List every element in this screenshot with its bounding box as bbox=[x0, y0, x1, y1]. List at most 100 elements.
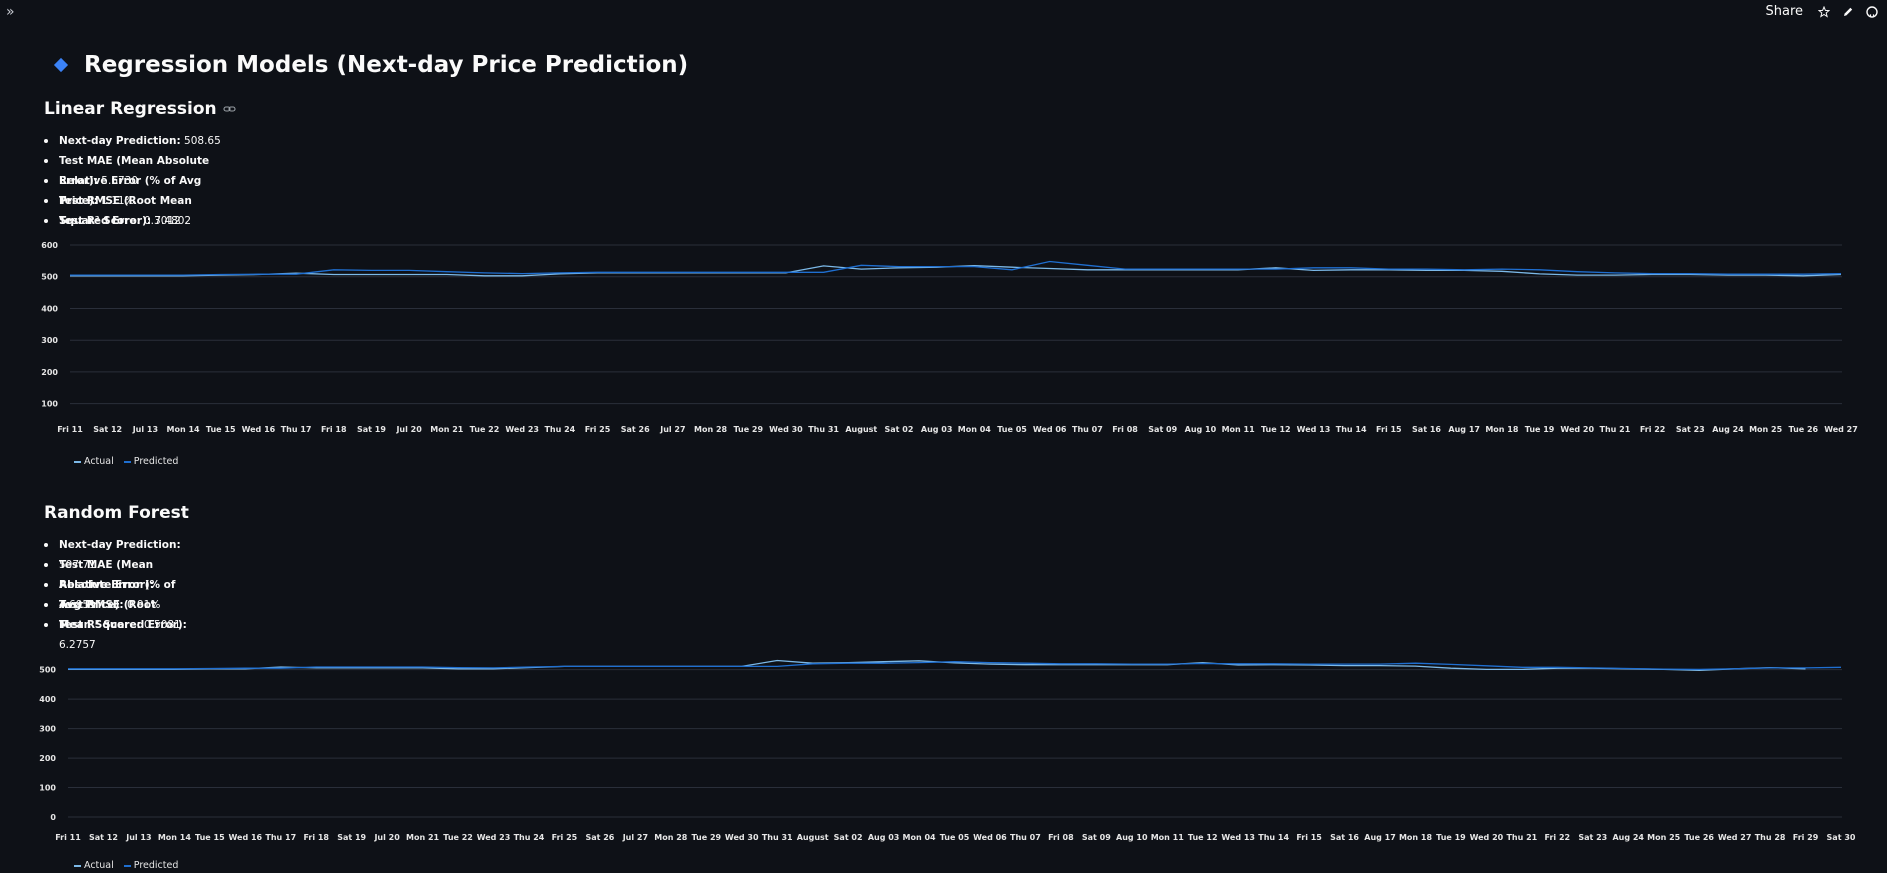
github-icon[interactable] bbox=[1865, 5, 1879, 19]
sidebar-toggle-icon[interactable]: » bbox=[6, 4, 14, 20]
x-tick-label: Fri 18 bbox=[321, 425, 347, 434]
legend-swatch bbox=[123, 460, 131, 463]
x-tick-label: Wed 20 bbox=[1470, 833, 1504, 842]
legend-label: Actual bbox=[84, 860, 114, 871]
x-tick-label: Fri 11 bbox=[57, 425, 83, 434]
section-heading: Linear Regression bbox=[44, 99, 237, 119]
page-title: Regression Models (Next-day Price Predic… bbox=[84, 52, 689, 78]
x-tick-label: Fri 22 bbox=[1545, 833, 1571, 842]
y-tick-label: 400 bbox=[39, 695, 56, 704]
legend-swatch bbox=[74, 864, 81, 867]
x-tick-label: Wed 27 bbox=[1824, 425, 1858, 434]
x-tick-label: Sat 16 bbox=[1330, 833, 1359, 842]
link-icon[interactable] bbox=[223, 103, 237, 115]
x-tick-label: Fri 18 bbox=[303, 833, 329, 842]
metric-item: Relative Error (% of Avg Price): 0.91% bbox=[44, 575, 189, 611]
legend-item-predicted[interactable]: Predicted bbox=[123, 860, 179, 871]
x-tick-label: Wed 13 bbox=[1221, 833, 1255, 842]
x-tick-label: Sat 02 bbox=[885, 425, 914, 434]
x-tick-label: Sat 19 bbox=[337, 833, 366, 842]
x-tick-label: Thu 17 bbox=[265, 833, 296, 842]
x-tick-label: Tue 12 bbox=[1261, 425, 1291, 434]
chart-legend: Actual Predicted bbox=[74, 456, 178, 467]
random-forest-chart[interactable]: 0 100 200 300 400 500 Fri 11 Sat 12 Jul 13 Mon 14… bbox=[0, 640, 1887, 850]
chart-legend: Actual Predicted bbox=[74, 860, 178, 871]
legend-item-actual[interactable]: Actual bbox=[74, 456, 114, 467]
section-linear-regression: Linear Regression Next-day Prediction: 5… bbox=[44, 99, 237, 227]
legend-label: Actual bbox=[84, 456, 114, 467]
x-tick-label: Sat 09 bbox=[1148, 425, 1177, 434]
top-actions: Share bbox=[1765, 4, 1879, 19]
metric-label: Next-day Prediction: bbox=[59, 135, 181, 147]
x-tick-label: Mon 21 bbox=[406, 833, 440, 842]
metric-item: Test MAE (Mean Absolute Error): 5.6730 bbox=[44, 151, 237, 187]
x-tick-label: Tue 19 bbox=[1525, 425, 1555, 434]
y-tick-label: 200 bbox=[41, 368, 58, 377]
x-tick-label: Sat 19 bbox=[357, 425, 386, 434]
x-tick-label: Jul 27 bbox=[659, 425, 685, 434]
x-tick-label: Wed 13 bbox=[1297, 425, 1331, 434]
x-tick-label: Mon 28 bbox=[694, 425, 728, 434]
x-tick-label: Mon 28 bbox=[654, 833, 688, 842]
legend-label: Predicted bbox=[133, 456, 179, 467]
x-tick-label: Fri 25 bbox=[552, 833, 578, 842]
x-tick-label: Tue 26 bbox=[1789, 425, 1819, 434]
x-tick-label: Sat 09 bbox=[1082, 833, 1111, 842]
share-button[interactable]: Share bbox=[1765, 4, 1803, 19]
x-tick-label: Sat 02 bbox=[834, 833, 863, 842]
x-tick-label: Tue 22 bbox=[470, 425, 500, 434]
x-tick-label: Thu 14 bbox=[1336, 425, 1367, 434]
x-tick-label: Jul 27 bbox=[622, 833, 648, 842]
x-tick-label: Jul 13 bbox=[125, 833, 151, 842]
x-tick-label: Tue 29 bbox=[691, 833, 721, 842]
diamond-icon bbox=[53, 57, 69, 73]
x-tick-label: Jul 13 bbox=[132, 425, 158, 434]
x-tick-label: Thu 21 bbox=[1506, 833, 1537, 842]
metric-item: Next-day Prediction: 507.71 bbox=[44, 535, 189, 571]
x-tick-label: Sat 12 bbox=[93, 425, 122, 434]
y-tick-label: 100 bbox=[39, 784, 56, 793]
x-tick-label: Thu 28 bbox=[1755, 833, 1786, 842]
metrics-list: Next-day Prediction: 507.71 Test MAE (Me… bbox=[44, 535, 189, 651]
metric-item: Test R² Score: 0.3012 bbox=[44, 211, 237, 231]
star-icon[interactable] bbox=[1817, 5, 1831, 19]
x-tick-label: Sat 12 bbox=[89, 833, 118, 842]
metric-label: Next-day Prediction: bbox=[59, 539, 181, 551]
legend-swatch bbox=[123, 864, 131, 867]
x-tick-label: Mon 18 bbox=[1485, 425, 1519, 434]
x-tick-label: Thu 31 bbox=[762, 833, 793, 842]
metric-item: Test RMSE (Root Mean Squared Error): 6.2… bbox=[44, 595, 189, 651]
x-tick-label: Tue 05 bbox=[997, 425, 1027, 434]
metric-item: Next-day Prediction: 508.65 bbox=[44, 131, 237, 151]
top-bar: » Share bbox=[0, 0, 1887, 26]
x-tick-label: Aug 03 bbox=[921, 425, 953, 434]
x-tick-label: Wed 30 bbox=[769, 425, 803, 434]
legend-item-actual[interactable]: Actual bbox=[74, 860, 114, 871]
x-tick-label: Wed 23 bbox=[505, 425, 539, 434]
x-tick-label: Aug 10 bbox=[1185, 425, 1217, 434]
y-tick-label: 100 bbox=[41, 400, 58, 409]
x-tick-label: Mon 21 bbox=[430, 425, 464, 434]
pencil-icon[interactable] bbox=[1841, 5, 1855, 19]
x-tick-label: Mon 18 bbox=[1399, 833, 1433, 842]
section-random-forest: Random Forest Next-day Prediction: 507.7… bbox=[44, 503, 189, 651]
x-tick-label: Mon 14 bbox=[167, 425, 201, 434]
x-tick-label: Tue 12 bbox=[1188, 833, 1218, 842]
linear-regression-chart[interactable]: 100 200 300 400 500 600 Fri 11 Sat 12 Jul 13 Mon … bbox=[0, 235, 1887, 435]
y-tick-label: 600 bbox=[41, 241, 58, 250]
series-line-predicted bbox=[70, 260, 1842, 276]
x-tick-label: Aug 10 bbox=[1116, 833, 1148, 842]
metric-label: Test R² Score: bbox=[59, 619, 141, 631]
legend-label: Predicted bbox=[133, 860, 179, 871]
x-tick-label: Mon 04 bbox=[903, 833, 937, 842]
metric-item: Test R² Score: 0.5081 bbox=[44, 615, 189, 635]
x-tick-label: Mon 25 bbox=[1647, 833, 1681, 842]
y-tick-label: 300 bbox=[41, 336, 58, 345]
section-heading-text: Random Forest bbox=[44, 503, 189, 523]
section-heading: Random Forest bbox=[44, 503, 189, 523]
x-tick-label: Wed 23 bbox=[477, 833, 511, 842]
metric-item: Test MAE (Mean Absolute Error): 4.6951 bbox=[44, 555, 189, 611]
x-tick-label: Tue 29 bbox=[733, 425, 763, 434]
legend-item-predicted[interactable]: Predicted bbox=[123, 456, 179, 467]
x-tick-label: Fri 25 bbox=[585, 425, 611, 434]
